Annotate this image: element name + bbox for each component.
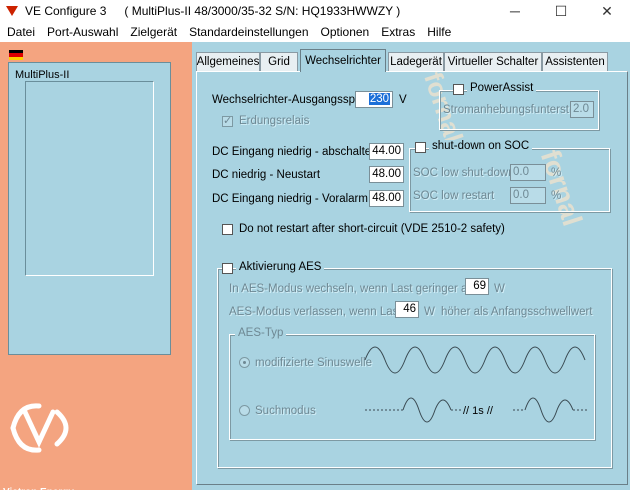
soc-shutdown-checkbox[interactable] bbox=[415, 142, 426, 153]
german-flag-icon[interactable] bbox=[9, 50, 23, 60]
soc-low-shutdown-input[interactable]: 0.0 bbox=[510, 164, 546, 181]
settings-panel: fornal fornal Allgemeines Grid Wechselri… bbox=[192, 42, 630, 490]
aes-checkbox[interactable] bbox=[222, 263, 233, 274]
tab-wechselrichter[interactable]: Wechselrichter bbox=[300, 49, 386, 72]
maximize-button[interactable]: ☐ bbox=[538, 0, 584, 22]
boost-factor-input[interactable]: 2.0 bbox=[570, 101, 594, 118]
menu-zielgeraet[interactable]: Zielgerät bbox=[124, 25, 183, 39]
output-voltage-input[interactable]: 230 bbox=[355, 91, 393, 108]
app-icon bbox=[5, 4, 19, 18]
dc-restart-input[interactable]: 48.00 bbox=[369, 166, 404, 183]
soc-low-restart-input[interactable]: 0.0 bbox=[510, 187, 546, 204]
soc-low-shutdown-label: SOC low shut-down bbox=[413, 167, 515, 179]
tab-grid[interactable]: Grid bbox=[260, 52, 298, 71]
victron-logo-icon bbox=[10, 403, 69, 453]
aes-search-mode-radio[interactable] bbox=[239, 405, 250, 416]
soc-low-restart-label: SOC low restart bbox=[413, 190, 495, 202]
device-title: ( MultiPlus-II 48/3000/35-32 S/N: HQ1933… bbox=[124, 4, 401, 18]
ground-relay-label: Erdungsrelais bbox=[239, 115, 310, 127]
dc-prealarm-label: DC Eingang niedrig - Voralarm bbox=[212, 193, 368, 205]
no-restart-label: Do not restart after short-circuit (VDE … bbox=[239, 223, 505, 235]
output-voltage-label: Wechselrichter-Ausgangssp. bbox=[212, 94, 359, 106]
no-restart-checkbox[interactable] bbox=[222, 224, 233, 235]
device-sidebar: MultiPlus-II Victron Energy bbox=[0, 42, 192, 498]
search-interval-label: // 1s // bbox=[463, 405, 493, 417]
aes-enter-label: In AES-Modus wechseln, wenn Last geringe… bbox=[229, 283, 476, 295]
aes-title: Aktivierung AES bbox=[236, 261, 325, 273]
wechselrichter-page: Wechselrichter-Ausgangssp. 230 V Erdungs… bbox=[196, 71, 628, 485]
dc-prealarm-input[interactable]: 48.00 bbox=[369, 190, 404, 207]
boost-factor-label: Stromanhebungsfunterst. bbox=[443, 104, 573, 116]
ground-relay-checkbox[interactable] bbox=[222, 114, 233, 127]
soc-shutdown-title: shut-down on SOC bbox=[429, 140, 533, 152]
powerassist-title: PowerAssist bbox=[467, 82, 537, 94]
aes-leave-input[interactable]: 46 bbox=[395, 301, 419, 318]
menu-datei[interactable]: Datei bbox=[0, 25, 41, 39]
modified-sine-wave-icon bbox=[364, 346, 586, 374]
aes-modified-sine-label: modifizierte Sinuswelle bbox=[255, 357, 372, 369]
tab-ladegeraet[interactable]: Ladegerät bbox=[388, 52, 444, 71]
minimize-button[interactable]: ─ bbox=[492, 0, 538, 22]
tab-allgemeines[interactable]: Allgemeines bbox=[196, 52, 260, 71]
menu-hilfe[interactable]: Hilfe bbox=[421, 25, 457, 39]
device-name[interactable]: MultiPlus-II bbox=[15, 69, 69, 81]
dc-shutdown-label: DC Eingang niedrig - abschalten bbox=[212, 146, 378, 158]
aes-leave-label: AES-Modus verlassen, wenn Last bbox=[229, 306, 402, 318]
aes-type-title: AES-Typ bbox=[235, 327, 287, 339]
menu-optionen[interactable]: Optionen bbox=[315, 25, 376, 39]
soc-low-restart-unit: % bbox=[551, 190, 562, 202]
aes-leave-unit: W bbox=[424, 306, 435, 318]
menu-port-auswahl[interactable]: Port-Auswahl bbox=[41, 25, 124, 39]
powerassist-checkbox[interactable] bbox=[453, 84, 464, 95]
aes-search-mode-label: Suchmodus bbox=[255, 405, 316, 417]
tab-virtueller-schalter[interactable]: Virtueller Schalter bbox=[444, 52, 542, 71]
menu-extras[interactable]: Extras bbox=[375, 25, 421, 39]
aes-enter-unit: W bbox=[494, 283, 505, 295]
app-title: VE Configure 3 bbox=[25, 4, 107, 18]
tab-assistenten[interactable]: Assistenten bbox=[542, 52, 608, 71]
menu-standardeinstellungen[interactable]: Standardeinstellungen bbox=[183, 25, 314, 39]
device-list[interactable]: MultiPlus-II bbox=[8, 62, 171, 355]
soc-low-shutdown-unit: % bbox=[551, 167, 562, 179]
title-bar: VE Configure 3 ( MultiPlus-II 48/3000/35… bbox=[0, 0, 630, 22]
close-button[interactable]: ✕ bbox=[584, 0, 630, 22]
brand-name: Victron Energy bbox=[3, 487, 74, 498]
menu-bar: Datei Port-Auswahl Zielgerät Standardein… bbox=[0, 22, 630, 42]
aes-modified-sine-radio[interactable] bbox=[239, 357, 250, 368]
dc-restart-label: DC niedrig - Neustart bbox=[212, 169, 321, 181]
device-image-frame bbox=[25, 81, 154, 276]
aes-enter-input[interactable]: 69 bbox=[465, 278, 489, 295]
aes-leave-suffix: höher als Anfangsschwellwert bbox=[441, 306, 593, 318]
dc-shutdown-input[interactable]: 44.00 bbox=[369, 143, 404, 160]
output-voltage-unit: V bbox=[399, 94, 407, 106]
